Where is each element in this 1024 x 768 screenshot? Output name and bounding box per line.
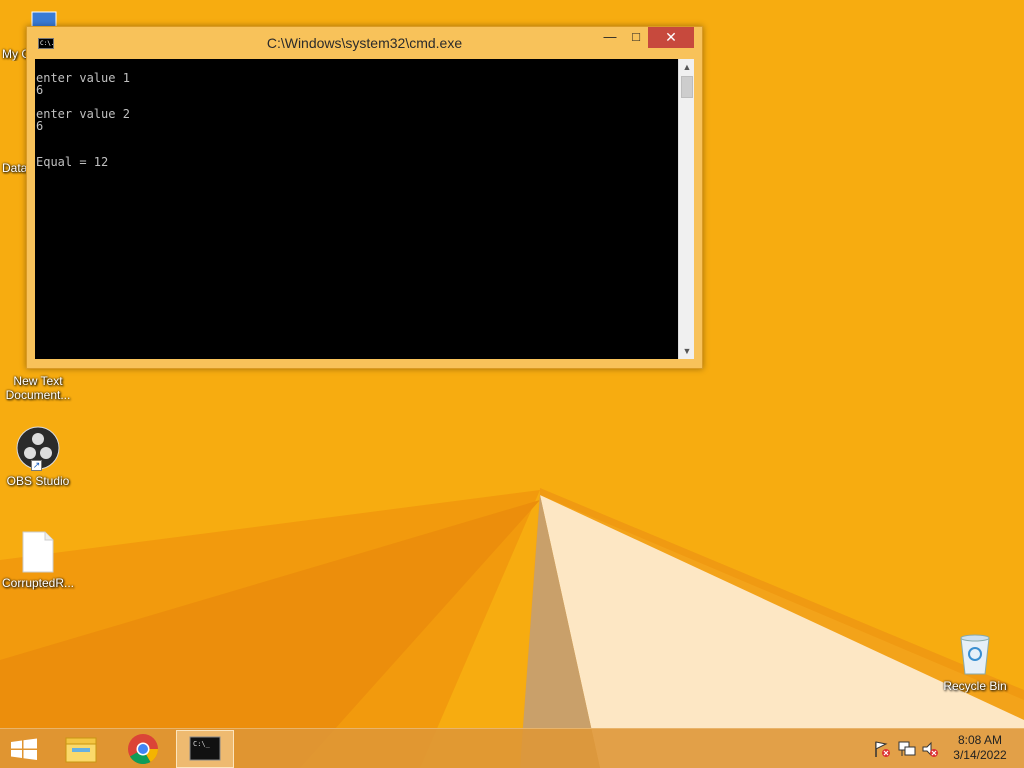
blank-file-icon <box>21 531 55 573</box>
console-line: enter value 2 <box>36 107 130 121</box>
desktop-icon-recycle-bin[interactable]: Recycle Bin <box>937 632 1013 693</box>
taskbar-clock[interactable]: 8:08 AM 3/14/2022 <box>946 733 1014 763</box>
maximize-button[interactable]: □ <box>621 27 651 48</box>
desktop-icon-obs-studio[interactable]: ↗ OBS Studio <box>0 425 76 488</box>
clock-time: 8:08 AM <box>957 733 1003 747</box>
taskbar: C:\_ <box>0 728 1024 768</box>
desktop-icon-label: CorruptedR... <box>1 576 75 590</box>
obs-icon: ↗ <box>15 425 61 471</box>
taskbar-cmd[interactable]: C:\_ <box>176 730 234 768</box>
console-output[interactable]: enter value 16 enter value 26 Equal = 12 <box>35 59 678 359</box>
desktop-icon-label: New Text Document... <box>5 374 71 402</box>
cmd-window[interactable]: C:\. C:\Windows\system32\cmd.exe — □ ✕ e… <box>26 26 703 369</box>
taskbar-chrome[interactable] <box>114 730 172 768</box>
shortcut-arrow-icon: ↗ <box>31 460 42 471</box>
console-line: 6 <box>36 119 44 133</box>
console-line: Equal = 12 <box>36 155 109 169</box>
network-icon[interactable] <box>898 740 916 758</box>
svg-text:C:\_: C:\_ <box>193 740 211 748</box>
vertical-scrollbar[interactable]: ▲ ▼ <box>678 59 694 359</box>
chrome-icon <box>128 734 158 765</box>
cmd-icon: C:\_ <box>189 736 221 761</box>
scroll-down-arrow-icon[interactable]: ▼ <box>679 343 695 359</box>
desktop-icon-label: Recycle Bin <box>943 679 1007 693</box>
action-center-flag-icon[interactable] <box>873 740 891 758</box>
scroll-thumb[interactable] <box>681 76 693 98</box>
close-button[interactable]: ✕ <box>648 27 694 48</box>
start-button[interactable] <box>0 730 48 768</box>
console-line: enter value 1 <box>36 71 130 85</box>
file-explorer-icon <box>65 737 97 763</box>
scroll-up-arrow-icon[interactable]: ▲ <box>679 59 695 75</box>
desktop-icon-label: OBS Studio <box>6 474 70 488</box>
recycle-bin-icon <box>957 632 993 676</box>
console-line: 6 <box>36 83 44 97</box>
clock-date: 3/14/2022 <box>953 748 1007 762</box>
volume-muted-icon[interactable] <box>921 740 939 758</box>
window-titlebar[interactable]: C:\. C:\Windows\system32\cmd.exe — □ ✕ <box>27 27 702 59</box>
taskbar-file-explorer[interactable] <box>52 730 110 768</box>
desktop-icon-corrupted-file[interactable]: CorruptedR... <box>0 531 76 590</box>
windows-logo-icon <box>11 738 37 760</box>
